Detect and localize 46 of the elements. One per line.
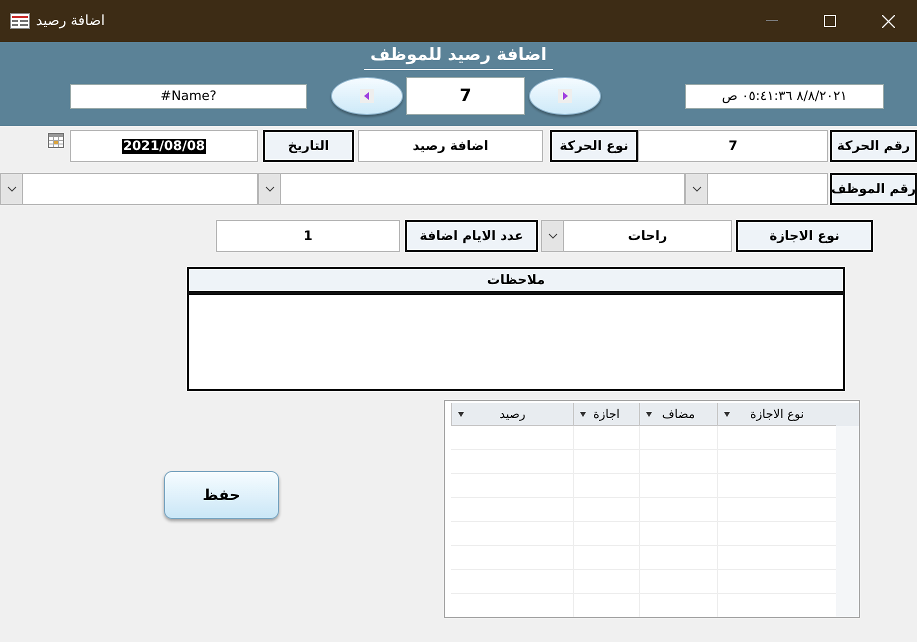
combo-box[interactable] [258,173,685,205]
date-field[interactable]: 2021/08/08 [70,130,258,162]
form-icon [10,13,30,29]
combo-box[interactable] [0,173,258,205]
previous-record-button[interactable] [331,77,403,115]
column-header[interactable]: مضاف [639,403,717,426]
days-label: عدد الايام اضافة [405,220,538,252]
combo-box[interactable] [685,173,828,205]
leave-type-label: نوع الاجازة [736,220,873,252]
transaction-number-field[interactable]: 7 [638,130,828,162]
column-header[interactable]: رصيد [451,403,573,426]
dropdown-arrow-icon [580,412,586,417]
transaction-number-label: رقم الحركة [830,130,917,162]
dropdown-button[interactable] [542,221,564,251]
dropdown-arrow-icon [646,412,652,417]
notes-header: ملاحظات [189,269,843,295]
record-selector-column[interactable] [836,403,859,617]
record-number: 7 [406,77,525,115]
notes-box[interactable]: ملاحظات [187,267,845,391]
minimize-icon [766,20,778,22]
lookup-field[interactable]: #Name? [70,84,307,108]
timestamp-field: ٨/٨/٢٠٢١ ٠٥:٤١:٣٦ ص [685,84,884,108]
transaction-type-label: نوع الحركة [550,130,638,162]
save-button[interactable]: حفظ [164,471,279,519]
chevron-down-icon [6,186,16,192]
chevron-down-icon [264,186,274,192]
window-title: اضافة رصيد [36,13,105,29]
transaction-type-field[interactable]: اضافة رصيد [358,130,543,162]
days-field[interactable]: 1 [216,220,400,252]
dropdown-arrow-icon [458,412,464,417]
dropdown-button[interactable] [1,174,23,204]
column-header[interactable]: اجازة [573,403,639,426]
next-record-button[interactable] [529,77,601,115]
dropdown-button[interactable] [686,174,708,204]
employee-label: رقم الموظف [830,173,917,205]
dropdown-button[interactable] [259,174,281,204]
maximize-icon [824,15,836,27]
column-header[interactable]: نوع الاجازة [717,403,836,426]
calendar-icon[interactable] [48,133,64,148]
chevron-down-icon [692,186,702,192]
close-icon [882,14,894,28]
chevron-down-icon [548,233,558,239]
combo-box[interactable]: راحات [541,220,732,252]
date-label: التاريخ [263,130,354,162]
form-title: اضافة رصيد للموظف [364,45,553,70]
dropdown-arrow-icon [724,412,730,417]
